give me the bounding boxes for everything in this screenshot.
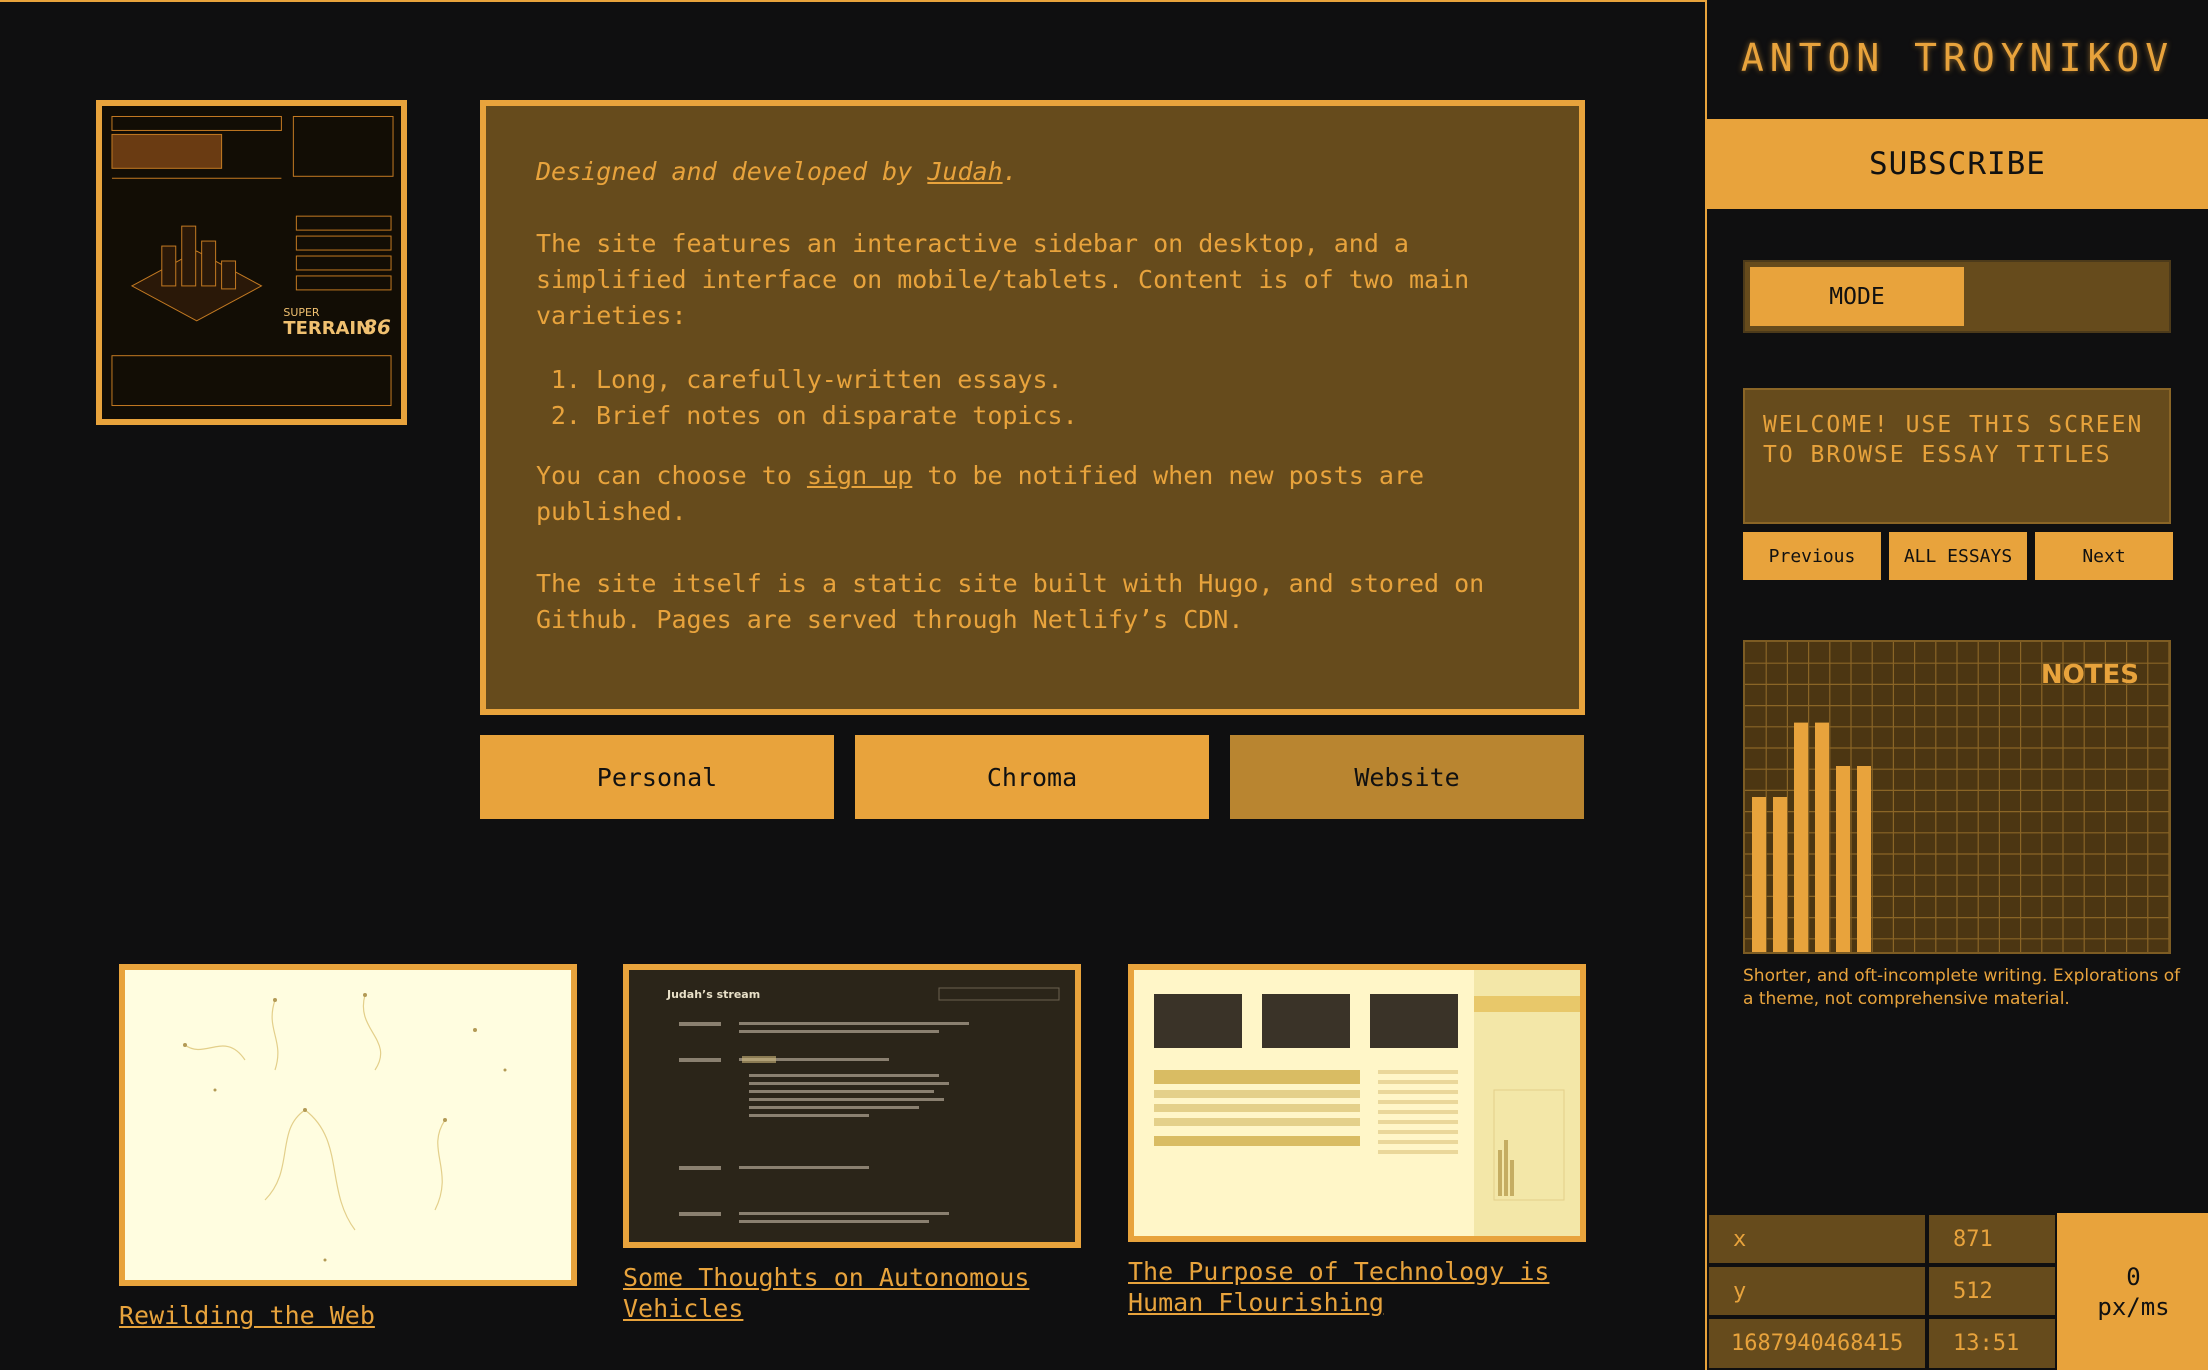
notes-bar — [1857, 766, 1871, 952]
y-value: 512 — [1927, 1265, 2057, 1317]
speed-unit: px/ms — [2097, 1292, 2170, 1321]
category-chroma-button[interactable]: Chroma — [855, 735, 1209, 819]
notes-title: NOTES — [2040, 660, 2139, 690]
timestamp-readout: 1687940468415 — [1707, 1317, 1927, 1370]
essay-title-link[interactable]: Some Thoughts on Autonomous Vehicles — [623, 1262, 1081, 1324]
stream-heading-text: Judah’s stream — [666, 988, 760, 1001]
main-content: SUPER TERRAIN 86 Designed and developed … — [0, 0, 1705, 1370]
essay-title-link[interactable]: Rewilding the Web — [119, 1300, 577, 1331]
speed-readout: 0 px/ms — [2057, 1213, 2208, 1370]
x-label: x — [1707, 1213, 1927, 1265]
essay-title-link[interactable]: The Purpose of Technology is Human Flour… — [1128, 1256, 1586, 1318]
essay-card[interactable]: Rewilding the Web — [119, 964, 577, 1331]
credit-line: Designed and developed by Judah. — [536, 157, 1018, 186]
previous-button[interactable]: Previous — [1743, 532, 1881, 580]
stream-thumbnail[interactable]: Judah’s stream — [623, 964, 1081, 1248]
next-button[interactable]: Next — [2035, 532, 2173, 580]
category-personal-button[interactable]: Personal — [480, 735, 834, 819]
notes-graph[interactable]: NOTES — [1743, 640, 2171, 954]
list-item: Long, carefully-written essays. — [596, 362, 1529, 398]
brand-main-text: TERRAIN — [283, 318, 371, 339]
all-essays-button[interactable]: ALL ESSAYS — [1889, 532, 2027, 580]
x-value: 871 — [1927, 1213, 2057, 1265]
welcome-screen: WELCOME! USE THIS SCREEN TO BROWSE ESSAY… — [1743, 388, 2171, 524]
signup-paragraph: You can choose to sign up to be notified… — [536, 461, 1425, 526]
site-thumbnail[interactable] — [1128, 964, 1586, 1242]
terrain-ui-illustration: SUPER TERRAIN 86 — [102, 106, 401, 419]
notes-bar — [1752, 797, 1766, 952]
speed-value: 0 — [2126, 1262, 2141, 1291]
mindmap-thumbnail[interactable] — [119, 964, 577, 1286]
mindmap-illustration — [125, 970, 571, 1280]
sidebar: ANTON TROYNIKOV SUBSCRIBE MODE WELCOME! … — [1705, 0, 2208, 1370]
brand-number-text: 86 — [363, 316, 391, 339]
site-layout-illustration — [1134, 970, 1580, 1236]
author-link[interactable]: Judah — [927, 157, 1002, 186]
subscribe-button[interactable]: SUBSCRIBE — [1707, 119, 2208, 209]
list-item: Brief notes on disparate topics. — [596, 398, 1529, 434]
intro-paragraph: The site features an interactive sidebar… — [536, 229, 1470, 330]
site-author-title[interactable]: ANTON TROYNIKOV — [1707, 36, 2208, 80]
essay-card[interactable]: The Purpose of Technology is Human Flour… — [1128, 964, 1586, 1318]
category-website-button[interactable]: Website — [1230, 735, 1584, 819]
notes-bar — [1836, 766, 1850, 952]
tech-paragraph: The site itself is a static site built w… — [536, 569, 1485, 634]
essay-card[interactable]: Judah’s stream Some Thoughts on Autonomo… — [623, 964, 1081, 1324]
content-types-list: Long, carefully-written essays. Brief no… — [596, 362, 1529, 434]
project-screenshot: SUPER TERRAIN 86 — [96, 100, 407, 425]
notes-bar — [1773, 797, 1787, 952]
signup-link[interactable]: sign up — [807, 461, 912, 490]
stream-page-illustration: Judah’s stream — [629, 970, 1075, 1242]
mode-button[interactable]: MODE — [1750, 267, 1964, 326]
notes-bar — [1794, 722, 1808, 952]
notes-bar — [1815, 722, 1829, 952]
clock-readout: 13:51 — [1927, 1317, 2057, 1370]
y-label: y — [1707, 1265, 1927, 1317]
notes-description: Shorter, and oft-incomplete writing. Exp… — [1743, 966, 2181, 1009]
info-panel: Designed and developed by Judah. The sit… — [480, 100, 1585, 715]
mode-toggle[interactable]: MODE — [1743, 260, 2171, 333]
